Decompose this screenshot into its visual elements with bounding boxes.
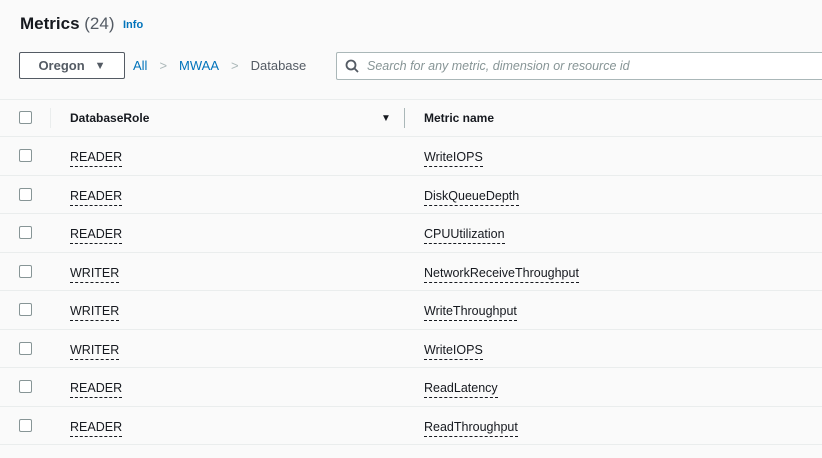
metric-name-cell[interactable]: ReadThroughput (424, 419, 518, 437)
select-all-checkbox[interactable] (19, 111, 32, 124)
table-row: READER DiskQueueDepth (0, 176, 822, 214)
table-row: WRITER WriteThroughput (0, 291, 822, 330)
breadcrumb: All > MWAA > Database (133, 58, 306, 73)
database-role-cell[interactable]: WRITER (70, 342, 120, 360)
search-input[interactable] (367, 59, 787, 73)
title-text: Metrics (20, 14, 80, 33)
table-header: DatabaseRole ▼ Metric name (0, 100, 822, 137)
table-row: READER CPUUtilization (0, 214, 822, 253)
column-header-databaserole[interactable]: DatabaseRole (70, 111, 149, 125)
page-title: Metrics (24) (20, 14, 115, 34)
table-row: READER WriteIOPS (0, 137, 822, 176)
breadcrumb-all[interactable]: All (133, 58, 147, 73)
table-row: READER ReadLatency (0, 368, 822, 407)
column-resizer[interactable] (404, 108, 405, 128)
column-divider (50, 108, 51, 128)
database-role-cell[interactable]: READER (70, 419, 123, 437)
database-role-cell[interactable]: READER (70, 188, 123, 206)
database-role-cell[interactable]: READER (70, 150, 123, 167)
table-row: WRITER WriteIOPS (0, 330, 822, 368)
row-checkbox[interactable] (19, 380, 32, 393)
metric-name-cell[interactable]: WriteIOPS (424, 150, 483, 167)
row-checkbox[interactable] (19, 226, 32, 239)
row-checkbox[interactable] (19, 264, 32, 278)
metric-count: (24) (84, 14, 115, 33)
breadcrumb-database: Database (250, 58, 307, 73)
metric-name-cell[interactable]: NetworkReceiveThroughput (424, 265, 579, 283)
row-checkbox[interactable] (19, 149, 32, 162)
database-role-cell[interactable]: WRITER (70, 304, 120, 321)
metric-name-cell[interactable]: WriteIOPS (424, 342, 483, 360)
region-selector[interactable]: Oregon ▼ (19, 52, 125, 79)
region-label: Oregon (38, 58, 85, 73)
database-role-cell[interactable]: READER (70, 227, 123, 244)
metric-name-cell[interactable]: WriteThroughput (424, 304, 517, 321)
sort-descending-icon[interactable]: ▼ (381, 113, 391, 124)
database-role-cell[interactable]: READER (70, 381, 123, 398)
info-link[interactable]: Info (123, 19, 143, 31)
metrics-table: DatabaseRole ▼ Metric name READER WriteI… (0, 99, 822, 445)
table-row: READER ReadThroughput (0, 407, 822, 445)
chevron-right-icon: > (231, 58, 239, 73)
row-checkbox[interactable] (19, 303, 32, 316)
column-header-metric-name[interactable]: Metric name (424, 111, 494, 125)
database-role-cell[interactable]: WRITER (70, 265, 120, 283)
row-checkbox[interactable] (19, 341, 32, 355)
search-icon (345, 59, 359, 73)
caret-down-icon: ▼ (94, 59, 106, 72)
metric-name-cell[interactable]: DiskQueueDepth (424, 188, 520, 206)
search-box (336, 52, 822, 80)
row-checkbox[interactable] (19, 418, 32, 432)
chevron-right-icon: > (159, 58, 168, 73)
metric-name-cell[interactable]: ReadLatency (424, 381, 498, 398)
metric-name-cell[interactable]: CPUUtilization (424, 227, 505, 244)
table-row: WRITER NetworkReceiveThroughput (0, 253, 822, 291)
breadcrumb-mwaa[interactable]: MWAA (179, 58, 219, 73)
row-checkbox[interactable] (19, 187, 32, 201)
